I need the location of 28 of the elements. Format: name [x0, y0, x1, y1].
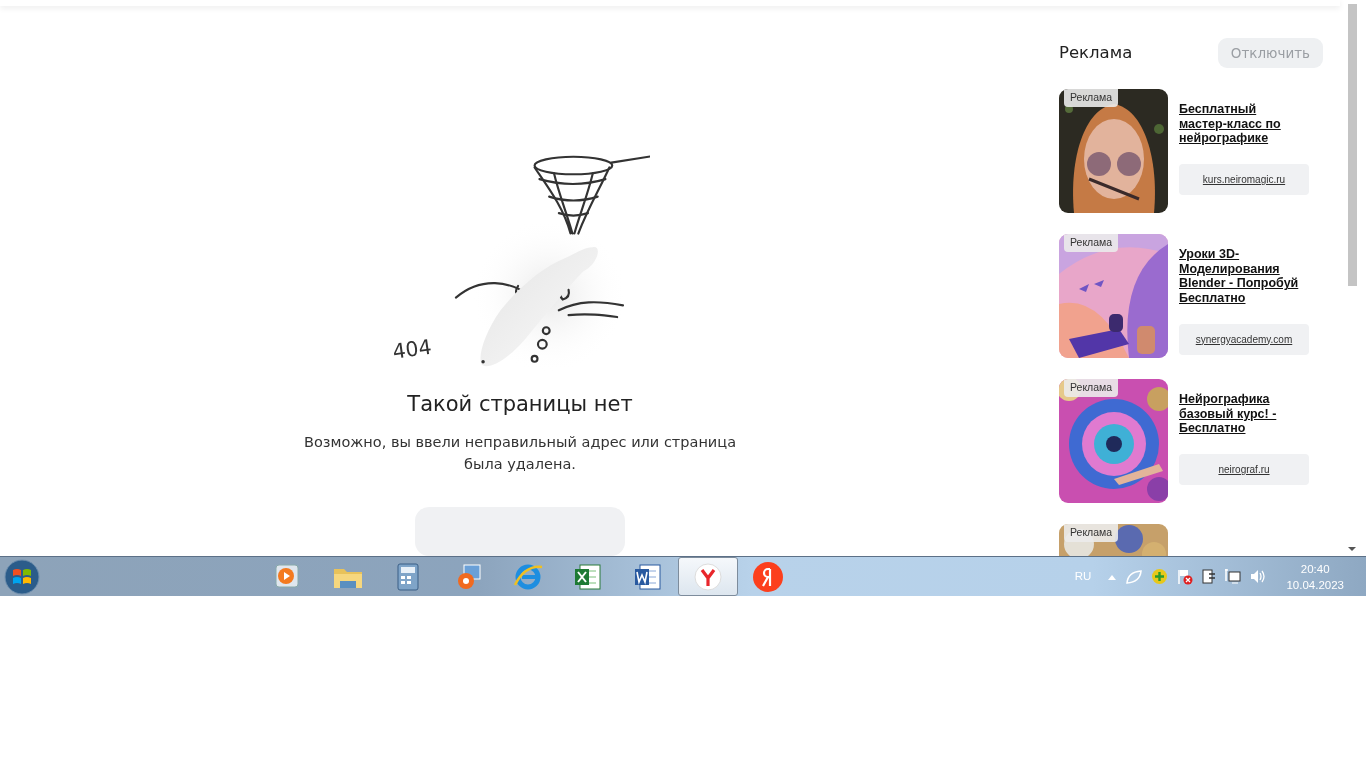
- clock-date: 10.04.2023: [1286, 577, 1344, 593]
- scrollbar-thumb[interactable]: [1348, 4, 1357, 286]
- leaf-icon[interactable]: [1125, 568, 1144, 585]
- plus-circle-icon[interactable]: [1151, 568, 1169, 585]
- ad-label: Реклама: [1064, 89, 1119, 107]
- network-icon[interactable]: [1224, 568, 1242, 585]
- ad-title[interactable]: Нейрографика базовый курс! - Бесплатно: [1179, 392, 1304, 437]
- power-plug-icon[interactable]: [1201, 568, 1217, 585]
- ad-title[interactable]: Бесплатный мастер-класс по нейрографике: [1179, 102, 1304, 147]
- ads-heading: Реклама: [1059, 41, 1133, 64]
- ad-link-button[interactable]: neirograf.ru: [1179, 454, 1309, 486]
- error-message: Возможно, вы ввели неправильный адрес или страница была удалена.: [302, 433, 738, 475]
- yandex-icon: [752, 560, 784, 593]
- scroll-down-icon[interactable]: [1348, 546, 1356, 552]
- start-button[interactable]: [2, 556, 42, 597]
- ad-label: Реклама: [1064, 234, 1119, 252]
- ad-label: Реклама: [1064, 379, 1119, 397]
- speaker-icon[interactable]: [1249, 568, 1267, 585]
- ad-link-button[interactable]: synergyacademy.com: [1179, 323, 1309, 355]
- taskbar-app-button[interactable]: [678, 557, 738, 596]
- yandex-browser-icon: [692, 560, 724, 593]
- ad-title[interactable]: Уроки 3D-Моделирования Blender - Попробуй Бесплатно: [1179, 247, 1304, 306]
- ad-link-button[interactable]: kurs.neiromagic.ru: [1179, 164, 1309, 196]
- clock-time: 20:40: [1299, 561, 1331, 577]
- ad-label: Реклама: [1064, 524, 1119, 542]
- error-code-label: 404: [391, 334, 433, 364]
- flag-error-icon[interactable]: [1176, 568, 1194, 585]
- page-title: Такой страницы нет: [407, 392, 633, 418]
